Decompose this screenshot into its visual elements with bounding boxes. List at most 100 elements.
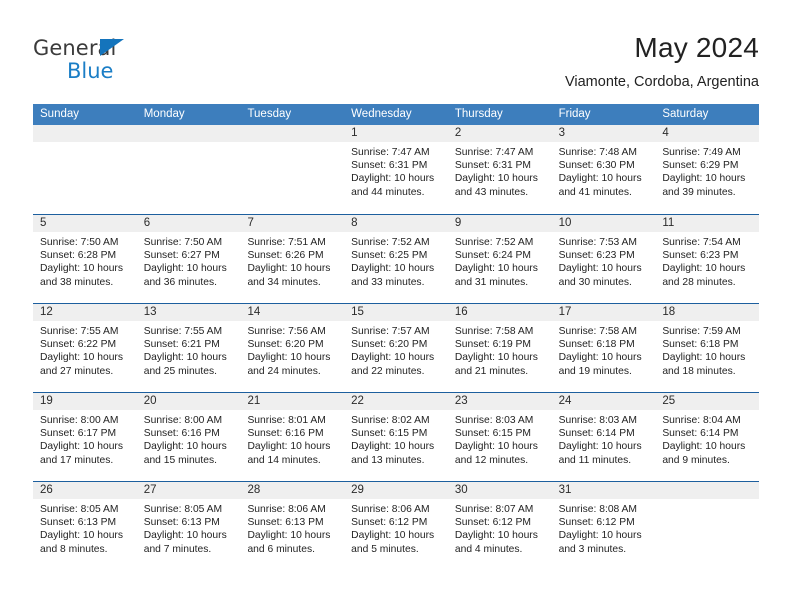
calendar-day-cell[interactable]: 6 Sunrise: 7:50 AM Sunset: 6:27 PM Daylight… [136,215,241,303]
daylight-text-line2: and 34 minutes. [247,276,321,288]
sunrise-text: Sunrise: 7:56 AM [247,326,326,337]
calendar-week-row: 12 Sunrise: 7:55 AM Sunset: 6:22 PM Dayligh… [33,303,760,392]
calendar-day-cell[interactable]: 8 Sunrise: 7:52 AM Sunset: 6:25 PM Daylight… [344,215,448,303]
daylight-text-line1: Daylight: 10 hours [558,441,642,453]
daylight-text-line2: and 33 minutes. [351,276,425,288]
sunset-text: Sunset: 6:13 PM [40,517,117,529]
daylight-text-line2: and 7 minutes. [143,543,212,555]
daylight-text-line1: Daylight: 10 hours [247,441,331,453]
calendar-day-cell[interactable]: 29 Sunrise: 8:06 AM Sunset: 6:12 PM Dayligh… [344,482,448,570]
calendar-day-cell[interactable]: 30 Sunrise: 8:07 AM Sunset: 6:12 PM Dayligh… [447,482,552,570]
calendar-day-cell[interactable]: 2 Sunrise: 7:47 AM Sunset: 6:31 PM Daylight… [447,125,552,214]
day-number: 28 [240,482,345,499]
weekday-header-saturday: Saturday [662,108,709,120]
daylight-text-line1: Daylight: 10 hours [351,263,435,275]
sunrise-text: Sunrise: 7:52 AM [351,237,430,248]
daylight-text-line1: Daylight: 10 hours [40,352,123,364]
daylight-text-line2: and 9 minutes. [662,454,730,466]
day-sun-info: Sunrise: 7:58 AM Sunset: 6:19 PM Daylight:… [448,321,552,378]
calendar-day-cell[interactable]: 7 Sunrise: 7:51 AM Sunset: 6:26 PM Daylight… [240,215,345,303]
calendar-day-cell[interactable]: 25 Sunrise: 8:04 AM Sunset: 6:14 PM Dayligh… [655,393,760,481]
daylight-text-line1: Daylight: 10 hours [143,530,227,542]
calendar-day-cell[interactable]: 23 Sunrise: 8:03 AM Sunset: 6:15 PM Dayligh… [447,393,552,481]
day-sun-info: Sunrise: 8:08 AM Sunset: 6:12 PM Daylight:… [552,499,656,556]
daylight-text-line2: and 36 minutes. [143,276,217,288]
calendar-day-cell[interactable]: 17 Sunrise: 7:58 AM Sunset: 6:18 PM Dayligh… [551,304,656,392]
sunrise-text: Sunrise: 8:06 AM [247,504,326,515]
sunset-text: Sunset: 6:27 PM [143,250,220,262]
calendar-day-cell[interactable]: 19 Sunrise: 8:00 AM Sunset: 6:17 PM Dayligh… [33,393,137,481]
calendar-day-cell[interactable]: 20 Sunrise: 8:00 AM Sunset: 6:16 PM Dayligh… [136,393,241,481]
daylight-text-line1: Daylight: 10 hours [247,530,331,542]
day-number: 14 [240,304,345,321]
sunset-text: Sunset: 6:15 PM [454,428,532,440]
daylight-text-line1: Daylight: 10 hours [454,263,538,275]
day-number: 31 [551,482,656,499]
day-number: 4 [655,125,760,142]
calendar-day-cell[interactable]: 14 Sunrise: 7:56 AM Sunset: 6:20 PM Dayligh… [240,304,345,392]
daylight-text-line1: Daylight: 10 hours [247,263,331,275]
calendar-day-cell[interactable]: 1 Sunrise: 7:47 AM Sunset: 6:31 PM Daylight… [344,125,448,214]
daylight-text-line1: Daylight: 10 hours [40,441,123,453]
day-sun-info: Sunrise: 8:05 AM Sunset: 6:13 PM Daylight:… [33,499,137,556]
calendar-day-cell[interactable]: 13 Sunrise: 7:55 AM Sunset: 6:21 PM Dayligh… [136,304,241,392]
day-number: 10 [551,215,656,232]
day-number [655,482,760,499]
daylight-text-line2: and 8 minutes. [40,543,108,555]
calendar-day-cell[interactable]: 4 Sunrise: 7:49 AM Sunset: 6:29 PM Daylight… [655,125,760,214]
daylight-text-line1: Daylight: 10 hours [143,352,227,364]
daylight-text-line1: Daylight: 10 hours [40,530,123,542]
calendar-day-cell[interactable]: 5 Sunrise: 7:50 AM Sunset: 6:28 PM Daylight… [33,215,137,303]
day-number: 26 [33,482,137,499]
day-number: 6 [136,215,241,232]
calendar-day-cell[interactable]: 31 Sunrise: 8:08 AM Sunset: 6:12 PM Dayligh… [551,482,656,570]
calendar-day-cell[interactable]: 12 Sunrise: 7:55 AM Sunset: 6:22 PM Dayligh… [33,304,137,392]
sunrise-text: Sunrise: 7:52 AM [454,237,534,248]
calendar-day-cell[interactable]: 27 Sunrise: 8:05 AM Sunset: 6:13 PM Dayligh… [136,482,241,570]
day-sun-info: Sunrise: 8:03 AM Sunset: 6:14 PM Daylight:… [552,410,656,467]
daylight-text-line2: and 14 minutes. [247,454,321,466]
calendar-day-cell[interactable]: 9 Sunrise: 7:52 AM Sunset: 6:24 PM Daylight… [447,215,552,303]
sunrise-text: Sunrise: 7:58 AM [454,326,534,337]
day-number: 27 [136,482,241,499]
calendar-day-cell[interactable]: 3 Sunrise: 7:48 AM Sunset: 6:30 PM Daylight… [551,125,656,214]
calendar-day-cell[interactable]: 18 Sunrise: 7:59 AM Sunset: 6:18 PM Dayligh… [655,304,760,392]
day-sun-info: Sunrise: 7:47 AM Sunset: 6:31 PM Daylight:… [344,142,448,199]
sunset-text: Sunset: 6:17 PM [40,428,117,440]
calendar-day-cell[interactable]: 15 Sunrise: 7:57 AM Sunset: 6:20 PM Dayligh… [344,304,448,392]
sunrise-text: Sunrise: 8:05 AM [143,504,223,515]
sunset-text: Sunset: 6:29 PM [662,160,739,172]
day-sun-info: Sunrise: 7:55 AM Sunset: 6:21 PM Daylight:… [137,321,241,378]
sunrise-text: Sunrise: 7:55 AM [143,326,223,337]
daylight-text-line2: and 39 minutes. [662,186,736,198]
sunset-text: Sunset: 6:12 PM [351,517,428,529]
weekday-header-tuesday: Tuesday [247,108,292,120]
daylight-text-line1: Daylight: 10 hours [351,441,435,453]
weekday-header-sunday: Sunday [40,108,80,120]
calendar-day-cell[interactable]: 21 Sunrise: 8:01 AM Sunset: 6:16 PM Dayligh… [240,393,345,481]
sunset-text: Sunset: 6:21 PM [143,339,220,351]
sunset-text: Sunset: 6:25 PM [351,250,428,262]
calendar-day-cell[interactable]: 11 Sunrise: 7:54 AM Sunset: 6:23 PM Dayligh… [655,215,760,303]
sunrise-text: Sunrise: 8:02 AM [351,415,430,426]
sunset-text: Sunset: 6:31 PM [454,160,532,172]
day-sun-info: Sunrise: 8:02 AM Sunset: 6:15 PM Daylight:… [344,410,448,467]
calendar-day-cell[interactable]: 26 Sunrise: 8:05 AM Sunset: 6:13 PM Dayligh… [33,482,137,570]
title-block: May 2024 Viamonte, Cordoba, Argentina [565,32,759,92]
calendar-day-cell[interactable]: 10 Sunrise: 7:53 AM Sunset: 6:23 PM Dayligh… [551,215,656,303]
calendar-day-cell[interactable]: 16 Sunrise: 7:58 AM Sunset: 6:19 PM Dayligh… [447,304,552,392]
sunrise-text: Sunrise: 8:01 AM [247,415,326,426]
sunset-text: Sunset: 6:30 PM [558,160,635,172]
calendar-day-cell[interactable]: 28 Sunrise: 8:06 AM Sunset: 6:13 PM Dayligh… [240,482,345,570]
sunset-text: Sunset: 6:15 PM [351,428,428,440]
calendar-day-cell[interactable]: 22 Sunrise: 8:02 AM Sunset: 6:15 PM Dayligh… [344,393,448,481]
daylight-text-line2: and 27 minutes. [40,365,114,377]
sunrise-text: Sunrise: 8:00 AM [143,415,223,426]
calendar-day-cell[interactable]: 24 Sunrise: 8:03 AM Sunset: 6:14 PM Dayligh… [551,393,656,481]
sunset-text: Sunset: 6:16 PM [247,428,324,440]
day-number: 12 [33,304,137,321]
sunset-text: Sunset: 6:26 PM [247,250,324,262]
day-sun-info: Sunrise: 7:54 AM Sunset: 6:23 PM Daylight:… [655,232,759,289]
day-number: 2 [447,125,552,142]
sunset-text: Sunset: 6:22 PM [40,339,117,351]
